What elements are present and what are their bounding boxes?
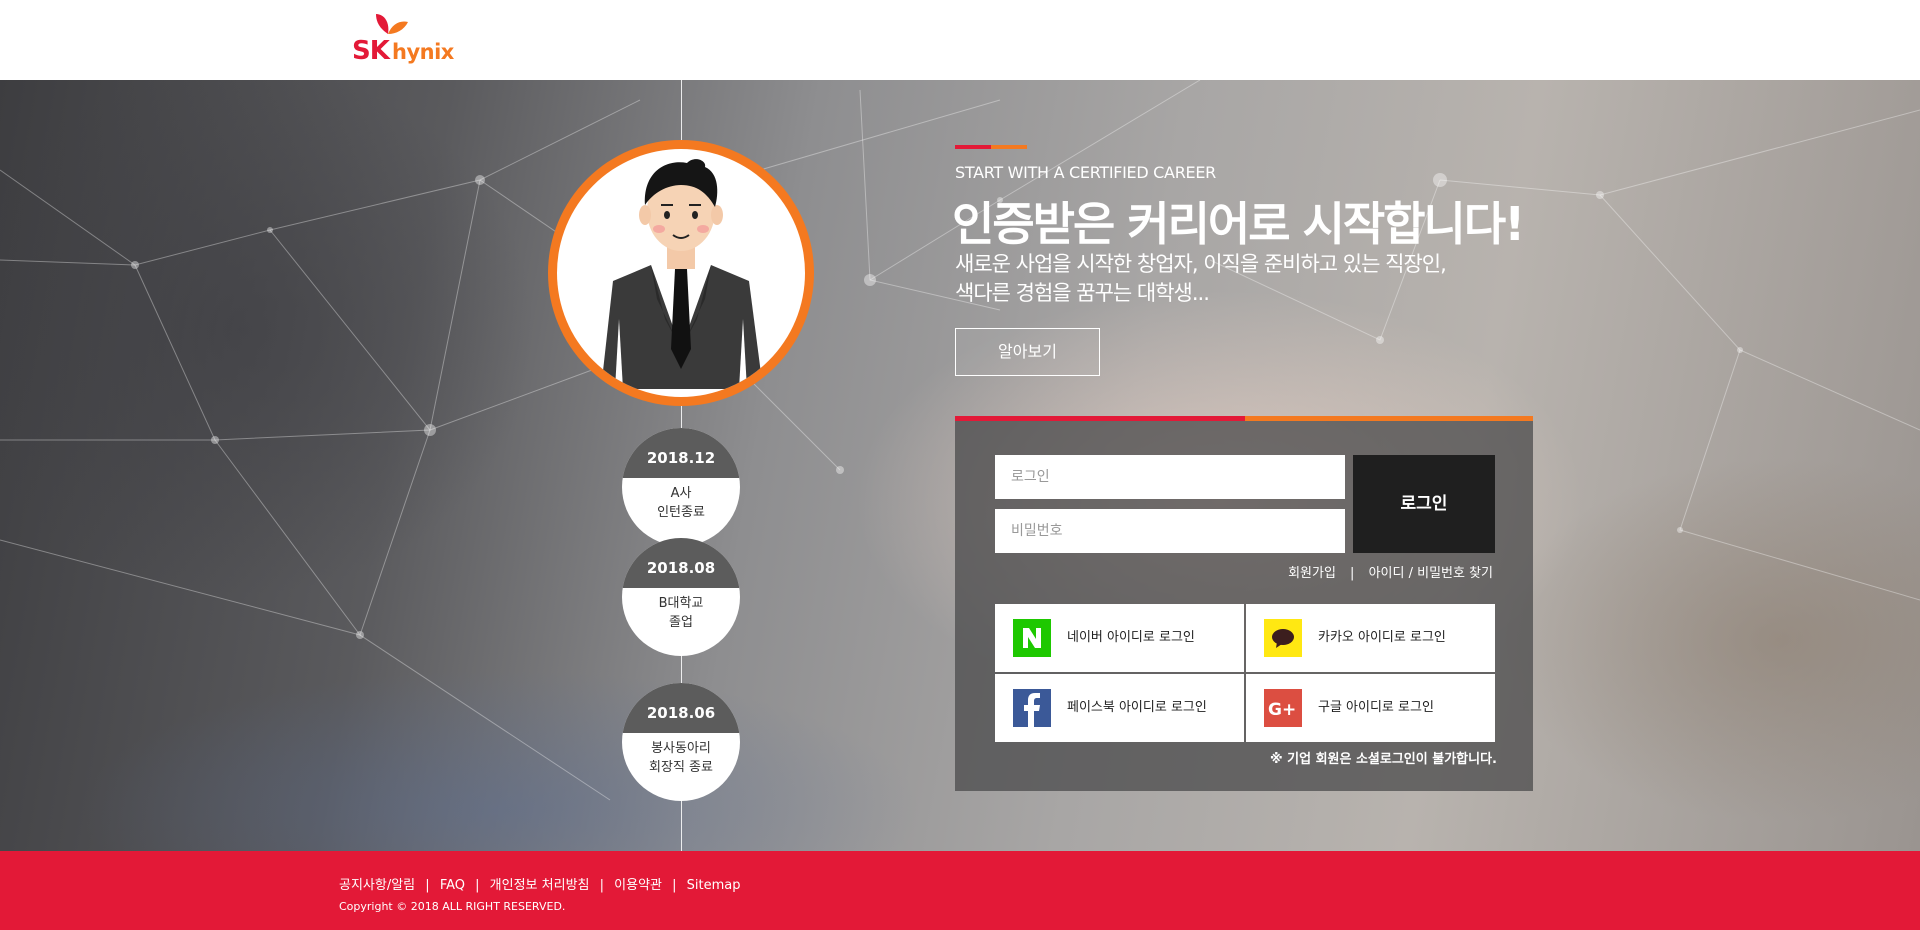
tagline-english: START WITH A CERTIFIED CAREER <box>955 163 1216 182</box>
kakao-icon <box>1264 619 1302 657</box>
signup-link[interactable]: 회원가입 <box>1288 566 1336 581</box>
facebook-icon <box>1013 689 1051 727</box>
footer-link-privacy[interactable]: 개인정보 처리방침 <box>490 878 590 893</box>
kakao-login-button[interactable]: 카카오 아이디로 로그인 <box>1246 604 1495 672</box>
logo-sk-text: SK <box>352 36 390 66</box>
find-account-link[interactable]: 아이디 / 비밀번호 찾기 <box>1369 566 1493 581</box>
link-separator: | <box>1350 566 1355 581</box>
footer-separator: | <box>425 878 430 893</box>
footer-link-notice[interactable]: 공지사항/알림 <box>339 878 415 893</box>
tagline-accent-bar <box>955 145 1027 149</box>
sk-hynix-logo[interactable]: SK hynix <box>350 12 460 68</box>
hero-section: 2018.12 A사 인턴종료 2018.08 B대학교 졸업 2018.06 봉사… <box>0 80 1920 851</box>
footer-separator: | <box>599 878 605 893</box>
footer-link-sitemap[interactable]: Sitemap <box>687 878 741 893</box>
account-links: 회원가입 | 아이디 / 비밀번호 찾기 <box>1286 562 1495 581</box>
logo-hynix-text: hynix <box>392 40 454 64</box>
timeline-item: 2018.06 봉사동아리 회장직 종료 <box>622 683 740 801</box>
social-login-note: ※ 기업 회원은 소셜로그인이 불가합니다. <box>1269 752 1497 767</box>
naver-login-button[interactable]: 네이버 아이디로 로그인 <box>995 604 1244 672</box>
timeline-item: 2018.08 B대학교 졸업 <box>622 538 740 656</box>
footer-link-terms[interactable]: 이용약관 <box>614 878 662 893</box>
login-panel: 로그인 비밀번호 로그인 회원가입 | 아이디 / 비밀번호 찾기 네이버 아이… <box>955 416 1533 791</box>
timeline-item: 2018.12 A사 인턴종료 <box>622 428 740 546</box>
learn-more-button[interactable]: 알아보기 <box>955 328 1100 376</box>
timeline-desc: B대학교 졸업 <box>658 596 704 630</box>
hero-headline: 인증받은 커리어로 시작합니다! <box>952 197 1525 251</box>
google-login-button[interactable]: G+ 구글 아이디로 로그인 <box>1246 674 1495 742</box>
copyright-text: Copyright © 2018 ALL RIGHT RESERVED. <box>339 900 566 913</box>
login-button[interactable]: 로그인 <box>1353 455 1495 553</box>
profile-avatar <box>548 140 814 406</box>
facebook-login-button[interactable]: 페이스북 아이디로 로그인 <box>995 674 1244 742</box>
google-login-label: 구글 아이디로 로그인 <box>1318 700 1434 715</box>
google-plus-icon: G+ <box>1264 689 1302 727</box>
login-id-input[interactable]: 로그인 <box>995 455 1345 499</box>
facebook-login-label: 페이스북 아이디로 로그인 <box>1067 700 1207 715</box>
footer-separator: | <box>475 878 480 893</box>
password-input[interactable]: 비밀번호 <box>995 509 1345 553</box>
businessman-illustration <box>601 159 763 389</box>
footer-links: 공지사항/알림 | FAQ | 개인정보 처리방침 | 이용약관 | Sitem… <box>339 874 741 893</box>
footer-separator: | <box>672 878 677 893</box>
footer-link-faq[interactable]: FAQ <box>440 878 465 893</box>
svg-text:G+: G+ <box>1268 700 1296 720</box>
login-accent-bar <box>955 416 1533 421</box>
timeline-desc: A사 인턴종료 <box>657 486 705 520</box>
hero-subtext: 새로운 사업을 시작한 창업자, 이직을 준비하고 있는 직장인, 색다른 경험… <box>955 252 1447 305</box>
naver-login-label: 네이버 아이디로 로그인 <box>1067 630 1195 645</box>
site-footer: 공지사항/알림 | FAQ | 개인정보 처리방침 | 이용약관 | Sitem… <box>0 851 1920 930</box>
naver-icon <box>1013 619 1051 657</box>
kakao-login-label: 카카오 아이디로 로그인 <box>1318 630 1446 645</box>
site-header: SK hynix <box>0 0 1920 80</box>
timeline-desc: 봉사동아리 회장직 종료 <box>649 741 713 775</box>
